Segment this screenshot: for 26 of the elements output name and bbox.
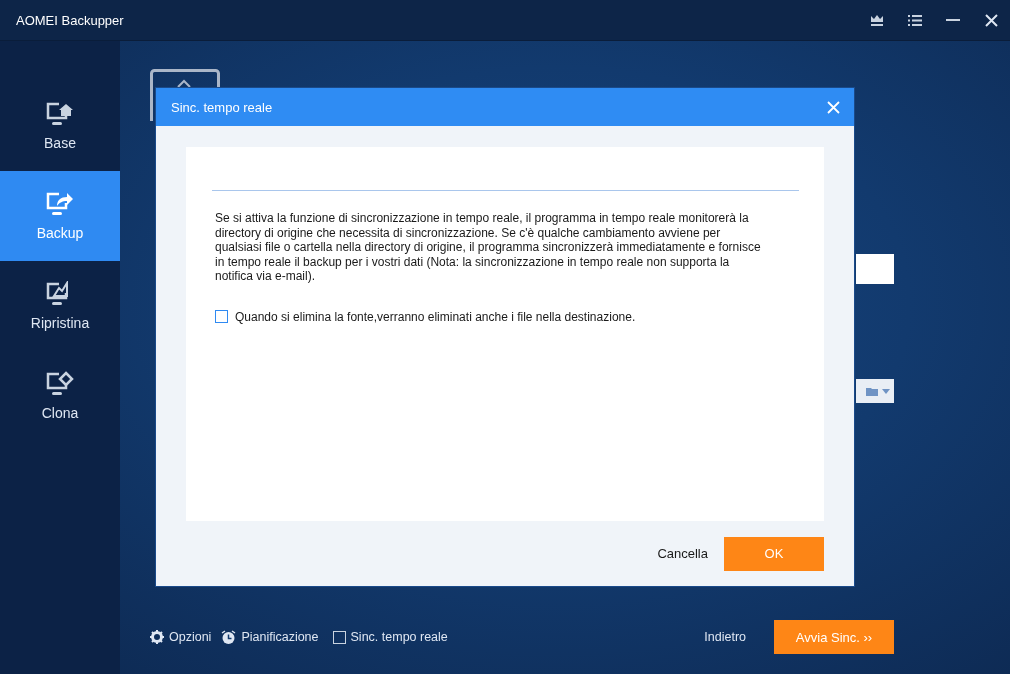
folder-dropdown[interactable] [856,379,894,403]
monitor-home-icon [45,101,75,127]
description-text: Se si attiva la funzione di sincronizzazione in tempo reale, il programma in tempo reale monitorerà la directory di origine che necessita di sincronizzazione. Se c'è qualche cambiamento avviene per qualsiasi file o cartella nella directory di origine, il programma sincronizzerà immediatamente e fornisce in tempo reale il backup per i vostri dati (Nota: la sincronizzazione in tempo reale non supporta la notifica via e-mail). [215,211,762,284]
back-button[interactable]: Indietro [704,630,746,644]
cancel-button[interactable]: Cancella [657,546,708,561]
close-icon [826,100,840,114]
delete-sync-checkbox[interactable]: Quando si elimina la fonte,verranno eliminati anche i file nella destinazione. [215,309,799,324]
options-button[interactable]: Opzioni [150,630,212,644]
monitor-share-icon [45,191,75,217]
minimize-icon [946,18,960,22]
crown-icon [870,14,884,26]
alarm-clock-icon [221,629,237,645]
realtime-sync-checkbox[interactable]: Sinc. tempo reale [332,630,448,644]
sidebar-item[interactable]: Clona [0,351,120,441]
caret-icon [882,388,890,394]
dialog-title: Sinc. tempo reale [171,99,274,115]
gear-icon [150,630,164,644]
menu-icon [908,14,922,26]
schedule-button[interactable]: Pianificazione [221,629,319,645]
text-field[interactable] [856,254,894,284]
sidebar-item[interactable]: Ripristina [0,261,120,351]
window-title: AOMEI Backupper [16,12,125,28]
sidebar-item[interactable]: Base [0,81,120,171]
monitor-clone-icon [45,371,75,397]
close-icon [984,13,998,27]
folder-icon [866,386,878,396]
